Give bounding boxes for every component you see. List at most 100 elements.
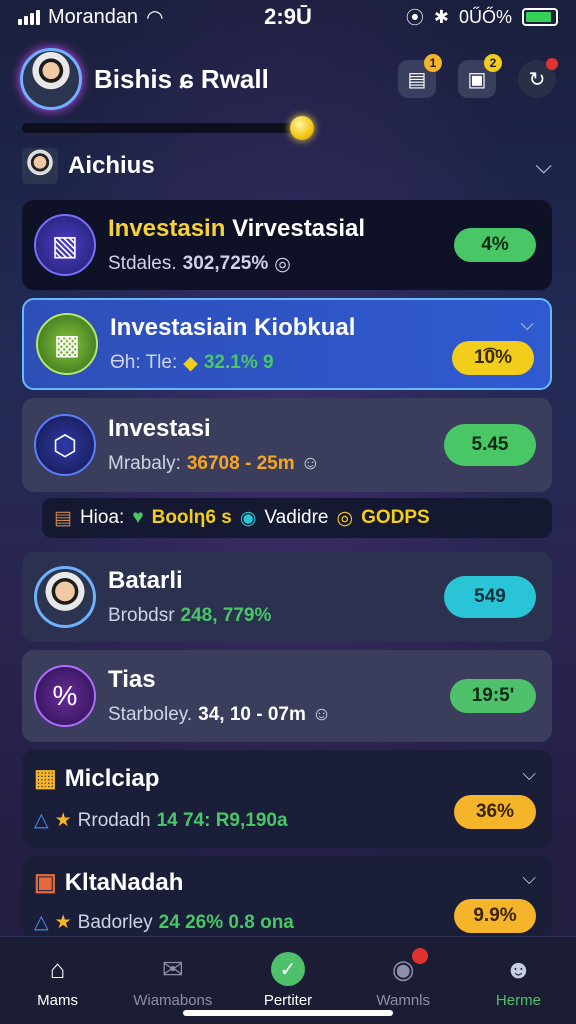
card-sub-value: 32.1% 9 [203, 352, 274, 373]
card-body: Investasin Virvestasial Stdales. 302,725… [108, 215, 454, 276]
chat-button[interactable]: ▤ 1 [398, 54, 442, 98]
card-title: Miclciap [64, 764, 160, 792]
home-icon: ⌂ [49, 953, 66, 984]
triangle-icon: △ [34, 810, 49, 831]
chevron-down-icon[interactable]: ⌵ [522, 868, 536, 889]
coin-icon: ◎ [274, 253, 291, 275]
card-title-rest: Virvestasial [232, 214, 366, 242]
card-sub-value: 36708 - 25m [186, 453, 295, 474]
avatar [34, 566, 96, 628]
avatar[interactable] [20, 48, 82, 110]
card-body: ▣ KltaNadah △ ★ Badorley 24 26% 0.8 ona [34, 868, 454, 934]
nav-label: Pertiter [263, 992, 313, 1009]
card-body: Investasi Mrabaly: 36708 - 25m ☺ [108, 415, 444, 475]
nav-item-home[interactable]: ⌂ Mams [0, 937, 115, 1024]
notification-dot [546, 58, 558, 70]
card-title: Investasi [108, 415, 211, 442]
emoji-icon: ☺ [300, 453, 321, 474]
card-title: Investasin Virvestasial [108, 214, 366, 242]
battery-percent: 0ŰŐ% [458, 6, 512, 27]
section-avatar [22, 148, 58, 184]
card-sub-value: 248, 779% [180, 605, 272, 626]
progress-knob[interactable] [290, 116, 314, 140]
hexagon-icon: ⬡ [34, 414, 96, 476]
bag-icon: ▤ [54, 507, 72, 529]
status-right: ⦿ ✱ 0ŰŐ% [358, 4, 558, 30]
section-header[interactable]: Aichius ⌵ [22, 146, 552, 186]
nav-label: Wamnls [376, 992, 431, 1009]
chart-icon: ▦ [34, 765, 57, 792]
star-icon: ★ [54, 912, 72, 933]
card-body: Tias Starboley. 34, 10 - 07m ☺ [108, 666, 450, 726]
value-badge: 5.45 [444, 424, 536, 466]
card-actions: ⌵ 9.9% [454, 868, 536, 933]
card-sub-label: Rrodadh [77, 809, 151, 831]
card-title: Batarli [108, 567, 183, 594]
investment-card-selected[interactable]: ▩ Investasiain Kiobkual Ɵh: Tle: ◆ 32.1%… [22, 298, 552, 390]
globe-icon: ◉ [239, 507, 257, 529]
card-sub-label: Brobdsr [108, 605, 175, 626]
message-icon: ▣ [467, 68, 487, 91]
card-sub-value: 24 26% 0.8 ona [158, 911, 294, 933]
card-title-row: ▣ KltaNadah [34, 868, 454, 897]
card-subtitle: Starboley. 34, 10 - 07m ☺ [108, 704, 450, 726]
investment-card[interactable]: ▦ Miclciap △ ★ Rrodadh 14 74: R9,190a ⌵ … [22, 750, 552, 848]
info-strip: ▤ Hioa: ♥ Boolƞ6 s ◉ Vadidre ◎ GODPS [42, 498, 552, 538]
status-left: Morandan ◠ [18, 5, 218, 30]
refresh-icon: ↻ [528, 68, 546, 91]
emoji-icon: ☺ [311, 704, 332, 725]
card-actions: ⌵ 1͡0% [452, 314, 534, 375]
card-subtitle: Stdales. 302,725% ◎ [108, 253, 454, 276]
check-circle-icon: ✓ [271, 952, 305, 986]
carrier-label: Morandan [48, 5, 139, 28]
percent-badge: 1͡0% [452, 340, 534, 375]
nav-item-profile[interactable]: ☻ Herme [461, 937, 576, 1024]
header-actions: ▤ 1 ▣ 2 ↻ [398, 54, 558, 98]
card-sub-label: Badorley [77, 911, 153, 933]
mail-icon: ✉ [161, 953, 184, 984]
battery-icon [522, 8, 558, 26]
gold-bar-icon: ▩ [36, 313, 98, 375]
messages-button[interactable]: ▣ 2 [458, 54, 502, 98]
card-sub-label: Starboley. [108, 704, 193, 725]
card-title: Investasiain Kiobkual [110, 313, 356, 341]
card-title: Tias [108, 666, 156, 693]
info-value-2: GODPS [361, 507, 430, 528]
chevron-down-icon[interactable]: ⌵ [535, 153, 552, 179]
section-title: Aichius [68, 152, 155, 179]
card-body: Investasiain Kiobkual Ɵh: Tle: ◆ 32.1% 9 [110, 314, 452, 375]
info-label-2: Vadidre [264, 507, 329, 528]
cube-icon: ▧ [34, 214, 96, 276]
refresh-button[interactable]: ↻ [518, 58, 558, 98]
card-sub-label: Stdales. [108, 253, 177, 274]
card-sub-label: Mrabaly: [108, 453, 181, 474]
card-sub-label: Ɵh: Tle: [110, 352, 178, 373]
investment-card[interactable]: Batarli Brobdsr 248, 779% 549 [22, 552, 552, 642]
investment-card[interactable]: % Tias Starboley. 34, 10 - 07m ☺ 19:5ʹ [22, 650, 552, 742]
value-badge: 19:5ʹ [450, 679, 536, 713]
coin-icon: ◎ [336, 507, 354, 529]
investment-card[interactable]: ⬡ Investasi Mrabaly: 36708 - 25m ☺ 5.45 [22, 398, 552, 492]
progress-bar [22, 123, 304, 133]
investment-card[interactable]: ▧ Investasin Virvestasial Stdales. 302,7… [22, 200, 552, 290]
card-title: KltaNadah [64, 868, 184, 896]
nav-badge [412, 948, 429, 964]
heart-icon: ♥ [132, 507, 144, 528]
signal-icon [18, 9, 40, 25]
card-subtitle: Mrabaly: 36708 - 25m ☺ [108, 453, 444, 475]
chat-icon: ▤ [407, 68, 427, 91]
status-time: 2:9Ū [264, 4, 312, 29]
status-bar: Morandan ◠ 2:9Ū ⦿ ✱ 0ŰŐ% [0, 0, 576, 34]
investment-card[interactable]: ▣ KltaNadah △ ★ Badorley 24 26% 0.8 ona … [22, 856, 552, 936]
card-actions: ⌵ 36% [454, 764, 536, 829]
camera-icon: ◉ [386, 948, 429, 986]
percent-badge: 9.9% [454, 899, 536, 933]
value-badge: 549 [444, 576, 536, 618]
user-name: Bishis ɕ Rwall [94, 63, 269, 94]
card-subtitle: △ ★ Badorley 24 26% 0.8 ona [34, 911, 454, 934]
triangle-icon: △ [34, 912, 49, 933]
chevron-down-icon[interactable]: ⌵ [522, 764, 536, 785]
profile-header: Bishis ɕ Rwall ▤ 1 ▣ 2 ↻ [20, 44, 558, 114]
chevron-down-icon[interactable]: ⌵ [520, 314, 534, 335]
card-title-row: ▦ Miclciap [34, 764, 454, 793]
